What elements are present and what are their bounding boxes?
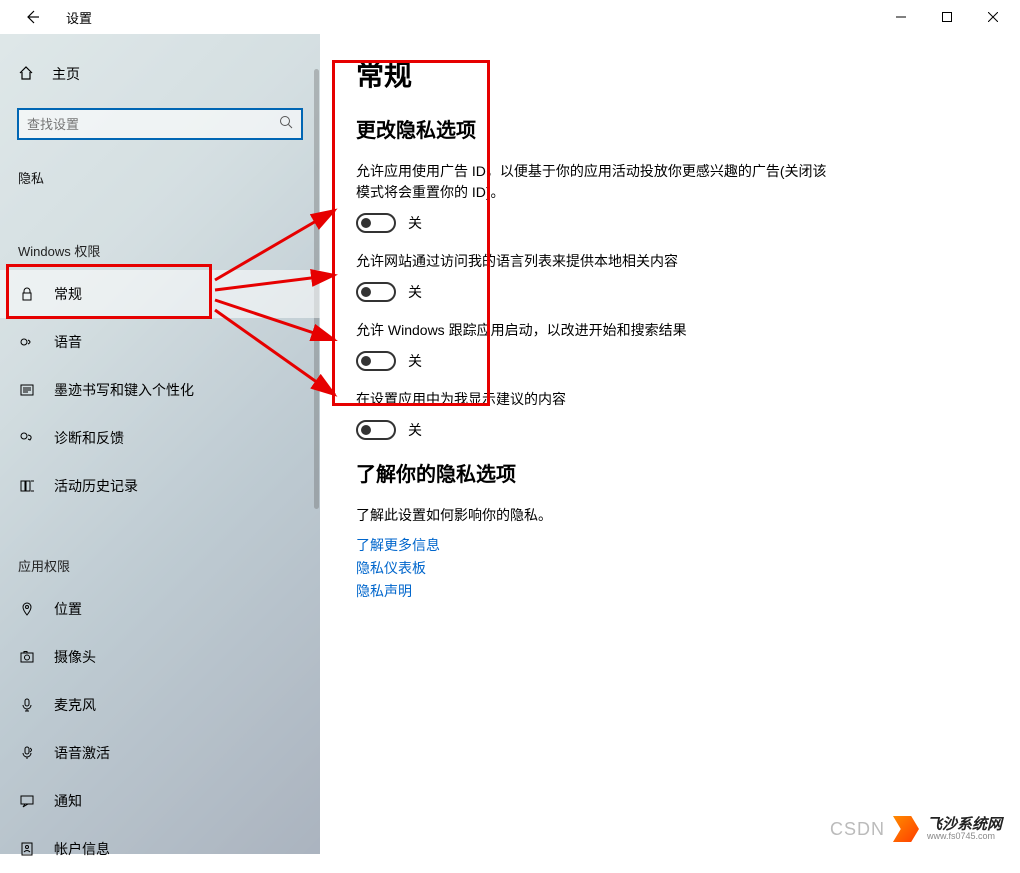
app-permissions-label: 应用权限: [0, 510, 320, 585]
nav-label: 摄像头: [54, 647, 96, 667]
nav-label: 语音激活: [54, 743, 110, 763]
home-label: 主页: [52, 64, 80, 84]
link-privacy-statement[interactable]: 隐私声明: [356, 581, 984, 601]
watermark-brand: 飞沙系统网: [927, 817, 1002, 832]
titlebar: 设置: [0, 0, 1020, 34]
setting-ad-id: 允许应用使用广告 ID，以便基于你的应用活动投放你更感兴趣的广告(关闭该模式将会…: [356, 161, 984, 233]
nav-label: 活动历史记录: [54, 476, 138, 496]
toggle-language-list[interactable]: [356, 282, 396, 302]
watermark-url: www.fs0745.com: [927, 832, 1002, 841]
lock-icon: [18, 286, 36, 302]
setting-desc: 允许 Windows 跟踪应用启动，以改进开始和搜索结果: [356, 320, 836, 341]
nav-label: 诊断和反馈: [54, 428, 124, 448]
nav-label: 通知: [54, 791, 82, 811]
privacy-category-label: 隐私: [0, 140, 320, 195]
camera-icon: [18, 649, 36, 665]
home-icon: [18, 65, 34, 84]
nav-inking[interactable]: 墨迹书写和键入个性化: [0, 366, 320, 414]
nav-account-info[interactable]: 帐户信息: [0, 825, 320, 873]
setting-suggested-content: 在设置应用中为我显示建议的内容 关: [356, 389, 984, 440]
nav-speech[interactable]: 语音: [0, 318, 320, 366]
inking-icon: [18, 382, 36, 398]
speech-icon: [18, 334, 36, 350]
nav-camera[interactable]: 摄像头: [0, 633, 320, 681]
content-pane: 常规 更改隐私选项 允许应用使用广告 ID，以便基于你的应用活动投放你更感兴趣的…: [320, 34, 1020, 854]
location-icon: [18, 601, 36, 617]
nav-microphone[interactable]: 麦克风: [0, 681, 320, 729]
window-title: 设置: [66, 8, 92, 27]
search-box[interactable]: [17, 108, 303, 140]
setting-app-launch-tracking: 允许 Windows 跟踪应用启动，以改进开始和搜索结果 关: [356, 320, 984, 371]
section-learn-privacy: 了解你的隐私选项: [356, 458, 984, 487]
search-input[interactable]: [27, 117, 279, 132]
nav-label: 位置: [54, 599, 82, 619]
sidebar: 主页 隐私 Windows 权限 常规 语音: [0, 34, 320, 854]
setting-desc: 允许应用使用广告 ID，以便基于你的应用活动投放你更感兴趣的广告(关闭该模式将会…: [356, 161, 836, 203]
info-text: 了解此设置如何影响你的隐私。: [356, 505, 984, 525]
nav-label: 语音: [54, 332, 82, 352]
search-icon: [279, 115, 293, 134]
setting-language-list: 允许网站通过访问我的语言列表来提供本地相关内容 关: [356, 251, 984, 302]
toggle-ad-id[interactable]: [356, 213, 396, 233]
minimize-button[interactable]: [878, 1, 924, 33]
microphone-icon: [18, 697, 36, 713]
toggle-state: 关: [408, 351, 422, 371]
watermark-csdn: CSDN: [830, 819, 885, 840]
nav-label: 帐户信息: [54, 839, 110, 859]
nav-activity-history[interactable]: 活动历史记录: [0, 462, 320, 510]
watermark: CSDN 飞沙系统网 www.fs0745.com: [830, 816, 1002, 842]
windows-permissions-label: Windows 权限: [0, 195, 320, 270]
notifications-icon: [18, 793, 36, 809]
toggle-state: 关: [408, 282, 422, 302]
nav-voice-activation[interactable]: 语音激活: [0, 729, 320, 777]
toggle-suggested-content[interactable]: [356, 420, 396, 440]
back-button[interactable]: [22, 7, 42, 27]
setting-desc: 在设置应用中为我显示建议的内容: [356, 389, 836, 410]
link-privacy-dashboard[interactable]: 隐私仪表板: [356, 558, 984, 578]
feedback-icon: [18, 430, 36, 446]
toggle-app-launch[interactable]: [356, 351, 396, 371]
nav-general[interactable]: 常规: [0, 270, 320, 318]
home-nav[interactable]: 主页: [0, 54, 320, 94]
close-button[interactable]: [970, 1, 1016, 33]
history-icon: [18, 478, 36, 494]
nav-label: 墨迹书写和键入个性化: [54, 380, 194, 400]
setting-desc: 允许网站通过访问我的语言列表来提供本地相关内容: [356, 251, 836, 272]
page-title: 常规: [356, 54, 984, 94]
toggle-state: 关: [408, 213, 422, 233]
section-change-privacy: 更改隐私选项: [356, 114, 984, 143]
nav-diagnostics[interactable]: 诊断和反馈: [0, 414, 320, 462]
nav-label: 常规: [54, 284, 82, 304]
nav-location[interactable]: 位置: [0, 585, 320, 633]
nav-label: 麦克风: [54, 695, 96, 715]
nav-notifications[interactable]: 通知: [0, 777, 320, 825]
voice-activation-icon: [18, 745, 36, 761]
link-learn-more[interactable]: 了解更多信息: [356, 535, 984, 555]
toggle-state: 关: [408, 420, 422, 440]
watermark-logo-icon: [893, 816, 919, 842]
account-icon: [18, 841, 36, 857]
maximize-button[interactable]: [924, 1, 970, 33]
